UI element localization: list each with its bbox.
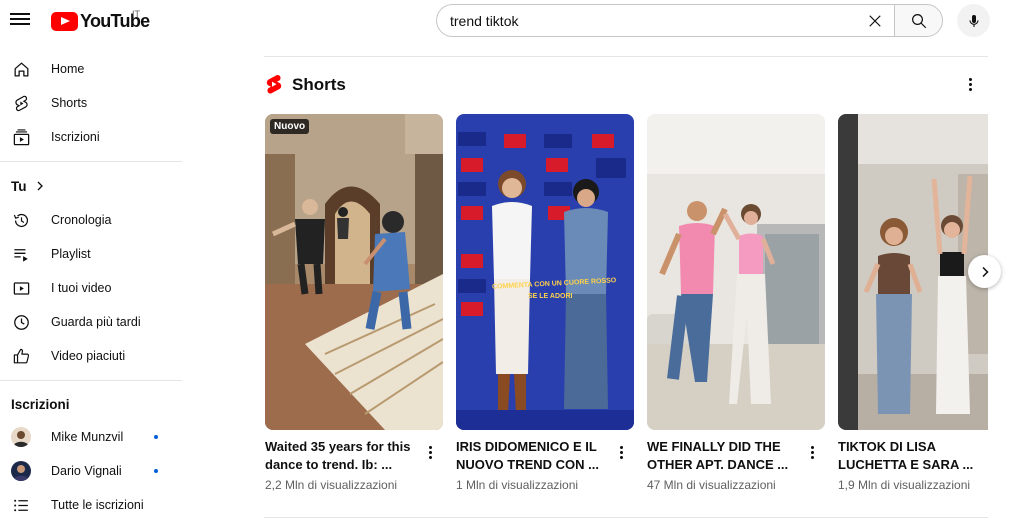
new-badge: Nuovo (270, 119, 310, 134)
sidebar-item-label: Home (51, 62, 85, 76)
masthead: YouTube IT (0, 0, 1024, 42)
sidebar-item-label: Iscrizioni (51, 130, 100, 144)
shorts-shelf-title: Shorts (292, 75, 346, 94)
sidebar-item-label: I tuoi video (51, 281, 112, 295)
new-content-dot (154, 469, 158, 473)
section-title: Tu (11, 178, 27, 194)
more-options-icon[interactable] (805, 444, 819, 462)
sidebar-item-subscriptions[interactable]: Iscrizioni (0, 120, 184, 154)
short-title[interactable]: IRIS DIDOMENICO E IL NUOVO TREND CON ... (456, 438, 606, 474)
sidebar-item-channel[interactable]: Dario Vignali (0, 454, 184, 488)
short-title[interactable]: Waited 35 years for this dance to trend.… (265, 438, 415, 474)
shorts-card[interactable]: Nuovo Waited 35 years for this dance to … (265, 114, 443, 492)
subscriptions-section-title: Iscrizioni (11, 396, 70, 412)
sidebar-item-label: Cronologia (51, 213, 112, 227)
sidebar-item-label: Playlist (51, 247, 91, 261)
short-views: 1 Mln di visualizzazioni (456, 478, 579, 492)
sidebar-item-watch-later[interactable]: Guarda più tardi (0, 305, 184, 339)
playlist-icon (11, 244, 31, 264)
shorts-icon (11, 93, 31, 113)
history-icon (11, 210, 31, 230)
search-box (436, 4, 894, 37)
liked-icon (11, 346, 31, 366)
search-icon (911, 13, 926, 28)
clear-search-icon[interactable] (866, 12, 884, 30)
section-divider (264, 517, 988, 518)
search-button[interactable] (894, 4, 943, 37)
short-thumbnail[interactable] (838, 114, 988, 430)
sidebar-item-label: Mike Munzvil (51, 430, 124, 444)
sidebar-item-label: Shorts (51, 96, 88, 110)
sidebar-item-liked-videos[interactable]: Video piaciuti (0, 339, 184, 373)
watch-later-icon (11, 312, 31, 332)
sidebar-divider (0, 161, 182, 162)
sidebar-item-channel[interactable]: Mike Munzvil (0, 420, 184, 454)
section-divider (264, 56, 988, 57)
short-views: 47 Mln di visualizzazioni (647, 478, 776, 492)
carousel-next-button[interactable] (968, 255, 1001, 288)
short-thumbnail[interactable]: COMMENTA CON UN CUORE ROSSO SE LE ADORI (456, 114, 634, 430)
shelf-more-options-icon[interactable] (962, 76, 978, 94)
new-content-dot (154, 435, 158, 439)
sidebar-item-label: Guarda più tardi (51, 315, 141, 329)
short-title[interactable]: WE FINALLY DID THE OTHER APT. DANCE ... (647, 438, 797, 474)
short-thumbnail[interactable] (647, 114, 825, 430)
short-views: 1,9 Mln di visualizzazioni (838, 478, 971, 492)
youtube-play-icon (51, 11, 78, 31)
search-input[interactable] (450, 12, 850, 29)
sidebar-item-home[interactable]: Home (0, 52, 184, 86)
shorts-card[interactable]: WE FINALLY DID THE OTHER APT. DANCE ... … (647, 114, 825, 492)
sidebar-item-label: Dario Vignali (51, 464, 122, 478)
home-icon (11, 59, 31, 79)
your-videos-icon (11, 278, 31, 298)
more-options-icon[interactable] (614, 444, 628, 462)
short-thumbnail[interactable]: Nuovo (265, 114, 443, 430)
sidebar: Home Shorts Iscrizioni Tu Cronologia Pla… (0, 52, 184, 522)
sidebar-item-label: Tutte le iscrizioni (51, 498, 144, 512)
more-options-icon[interactable] (423, 444, 437, 462)
voice-search-button[interactable] (957, 4, 990, 37)
short-title[interactable]: TIKTOK DI LISA LUCHETTA E SARA ... (838, 438, 988, 474)
sidebar-item-history[interactable]: Cronologia (0, 203, 184, 237)
shorts-card[interactable]: COMMENTA CON UN CUORE ROSSO SE LE ADORI … (456, 114, 634, 492)
list-icon (11, 495, 31, 515)
chevron-right-icon (37, 181, 43, 191)
chevron-right-icon (981, 266, 989, 277)
microphone-icon (968, 14, 979, 27)
sidebar-item-label: Video piaciuti (51, 349, 126, 363)
sidebar-divider (0, 380, 182, 381)
short-views: 2,2 Mln di visualizzazioni (265, 478, 398, 492)
shorts-shelf-header: Shorts (265, 73, 346, 97)
avatar (11, 461, 31, 481)
sidebar-item-your-videos[interactable]: I tuoi video (0, 271, 184, 305)
country-code: IT (132, 9, 140, 19)
svg-text:SE LE ADORI: SE LE ADORI (528, 293, 573, 300)
sidebar-item-playlist[interactable]: Playlist (0, 237, 184, 271)
sidebar-item-all-subscriptions[interactable]: Tutte le iscrizioni (0, 488, 184, 522)
shorts-logo-icon (266, 74, 282, 94)
menu-icon[interactable] (10, 10, 30, 30)
avatar (11, 427, 31, 447)
shorts-card[interactable]: TIKTOK DI LISA LUCHETTA E SARA ... 1,9 M… (838, 114, 988, 514)
sidebar-item-shorts[interactable]: Shorts (0, 86, 184, 120)
sidebar-section-you[interactable]: Tu (0, 169, 184, 203)
subscriptions-icon (11, 127, 31, 147)
